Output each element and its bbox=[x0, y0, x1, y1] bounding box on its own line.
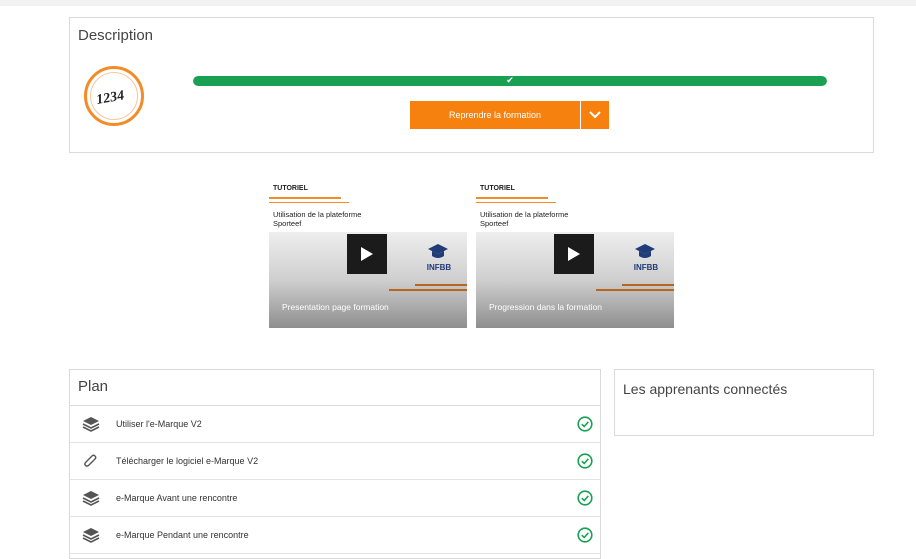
decorative-stripe bbox=[596, 289, 674, 291]
connected-learners-panel: Les apprenants connectés bbox=[614, 369, 874, 436]
video-subtitle: Utilisation de la plateforme Sporteef bbox=[273, 210, 362, 228]
plan-item-label: Télécharger le logiciel e-Marque V2 bbox=[116, 456, 259, 466]
graduation-cap-icon bbox=[635, 244, 655, 258]
layers-icon bbox=[82, 417, 100, 432]
top-bar bbox=[0, 0, 916, 6]
video-tutorial-progression[interactable]: TUTORIEL Utilisation de la plateforme Sp… bbox=[476, 181, 674, 328]
decorative-stripe bbox=[389, 289, 467, 291]
divider bbox=[269, 197, 341, 199]
plan-title: Plan bbox=[70, 370, 600, 406]
decorative-stripe bbox=[415, 284, 467, 286]
connected-learners-title: Les apprenants connectés bbox=[623, 381, 788, 397]
video-tag: TUTORIEL bbox=[480, 185, 515, 192]
play-button[interactable] bbox=[554, 234, 594, 274]
paperclip-icon bbox=[84, 454, 97, 467]
video-thumbnail: INFBB Presentation page formation bbox=[269, 232, 467, 328]
divider bbox=[476, 202, 556, 203]
graduation-cap-icon bbox=[428, 244, 448, 258]
layers-icon bbox=[82, 491, 100, 506]
play-icon bbox=[361, 247, 373, 261]
video-subtitle: Utilisation de la plateforme Sporteef bbox=[480, 210, 569, 228]
play-button[interactable] bbox=[347, 234, 387, 274]
layers-icon bbox=[82, 528, 100, 543]
description-card: Description 1234 ✔ Reprendre la formatio… bbox=[69, 17, 874, 153]
brand-name: INFBB bbox=[633, 263, 659, 272]
plan-item[interactable]: Utiliser l'e-Marque V2 bbox=[70, 406, 600, 443]
progress-check-icon: ✔ bbox=[506, 76, 514, 86]
resume-course-button[interactable]: Reprendre la formation bbox=[410, 101, 580, 129]
plan-item-label: e-Marque Avant une rencontre bbox=[116, 493, 238, 503]
brand-name: INFBB bbox=[426, 263, 452, 272]
course-logo-text: 1234 bbox=[95, 88, 125, 108]
play-icon bbox=[568, 247, 580, 261]
video-title: Presentation page formation bbox=[282, 302, 389, 312]
resume-options-toggle[interactable] bbox=[581, 101, 609, 129]
course-logo: 1234 bbox=[84, 66, 144, 126]
video-tag: TUTORIEL bbox=[273, 185, 308, 192]
plan-item[interactable]: e-Marque Avant une rencontre bbox=[70, 480, 600, 517]
check-circle-icon bbox=[577, 490, 593, 506]
video-thumbnail: INFBB Progression dans la formation bbox=[476, 232, 674, 328]
video-title: Progression dans la formation bbox=[489, 302, 602, 312]
divider bbox=[476, 197, 548, 199]
description-title: Description bbox=[78, 27, 154, 44]
check-circle-icon bbox=[577, 527, 593, 543]
decorative-stripe bbox=[622, 284, 674, 286]
divider bbox=[269, 202, 349, 203]
chevron-down-icon bbox=[589, 111, 601, 119]
progress-bar: ✔ bbox=[193, 76, 827, 86]
plan-item-label: Utiliser l'e-Marque V2 bbox=[116, 419, 202, 429]
plan-item-label: e-Marque Pendant une rencontre bbox=[116, 530, 249, 540]
plan-item[interactable]: Télécharger le logiciel e-Marque V2 bbox=[70, 443, 600, 480]
resume-button-group: Reprendre la formation bbox=[410, 101, 609, 129]
plan-item[interactable]: e-Marque Pendant une rencontre bbox=[70, 517, 600, 554]
progress-fill: ✔ bbox=[193, 76, 827, 86]
video-tutorial-presentation[interactable]: TUTORIEL Utilisation de la plateforme Sp… bbox=[269, 181, 467, 328]
svg-text:1234: 1234 bbox=[95, 88, 125, 108]
check-circle-icon bbox=[577, 416, 593, 432]
plan-panel: Plan Utiliser l'e-Marque V2 Télécharger … bbox=[69, 369, 601, 559]
check-circle-icon bbox=[577, 453, 593, 469]
